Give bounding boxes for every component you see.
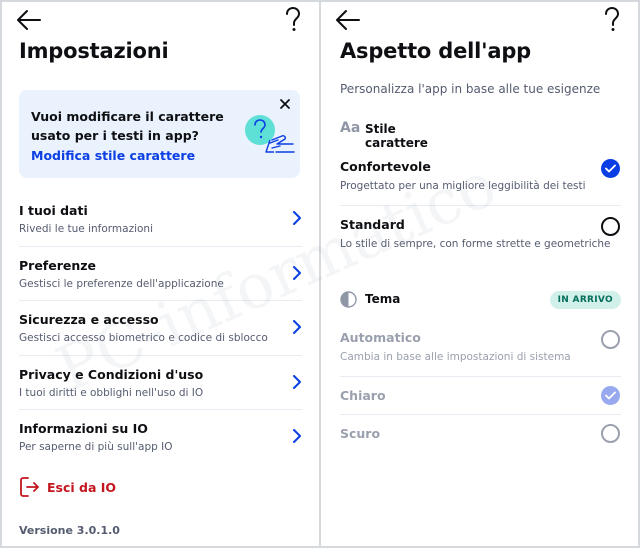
radio-selected-icon[interactable] (601, 159, 620, 178)
item-title: Sicurezza e accesso (19, 312, 159, 327)
chevron-right-icon (293, 429, 301, 443)
coming-soon-badge: IN ARRIVO (549, 291, 621, 309)
page-title: Aspetto dell'app (340, 39, 531, 63)
settings-screen: Impostazioni Vuoi modificare il caratter… (2, 2, 319, 546)
item-title: Privacy e Condizioni d'uso (19, 366, 204, 382)
section-label: Stile carattere (365, 122, 428, 150)
item-subtitle: Gestisci accesso biometrico e codice di … (19, 332, 268, 344)
chevron-right-icon (293, 265, 301, 280)
chevron-right-icon (293, 320, 301, 334)
help-icon[interactable] (602, 6, 622, 32)
item-subtitle: Rivedi le tue informazioni (19, 223, 154, 235)
page-title: Impostazioni (19, 39, 169, 63)
back-arrow-icon[interactable] (16, 9, 42, 31)
option-standard[interactable]: Standard Lo stile di sempre, con forme s… (340, 217, 621, 257)
logout-button[interactable]: Esci da IO (19, 476, 139, 500)
settings-item-preferences[interactable]: Preferenze Gestisci le preferenze dell'a… (19, 247, 302, 301)
close-icon[interactable] (279, 98, 291, 110)
divider (340, 414, 621, 415)
item-subtitle: Gestisci le preferenze dell'applicazione (19, 277, 224, 290)
option-dark[interactable]: Scuro (340, 424, 621, 450)
item-title: Preferenze (19, 257, 97, 273)
item-subtitle: I tuoi diritti e obblighi nell'uso di IO (19, 386, 204, 399)
chevron-right-icon (293, 211, 301, 225)
edit-font-style-link[interactable]: Modifica stile carattere (31, 148, 195, 163)
theme-section-header: Tema IN ARRIVO (340, 290, 621, 310)
top-bar (321, 2, 638, 38)
font-style-banner: Vuoi modificare il carattere usato per i… (19, 90, 300, 178)
settings-item-security[interactable]: Sicurezza e accesso Gestisci accesso bio… (19, 301, 302, 356)
option-subtitle: Progettato per una migliore leggibilità … (340, 180, 586, 192)
settings-item-info[interactable]: Informazioni su IO Per saperne di più su… (19, 410, 302, 465)
logout-icon (20, 477, 39, 497)
option-title: Chiaro (340, 388, 386, 403)
option-comfortable[interactable]: Confortevole Progettato per una migliore… (340, 159, 621, 199)
option-subtitle: Cambia in base alle impostazioni di sist… (340, 351, 571, 363)
radio-unselected-icon[interactable] (601, 217, 620, 236)
item-title: Informazioni su IO (19, 421, 148, 436)
help-icon[interactable] (283, 6, 303, 32)
divider (340, 376, 621, 377)
option-title: Automatico (340, 330, 421, 345)
option-title: Standard (340, 217, 405, 232)
radio-unselected-icon[interactable] (601, 424, 620, 443)
item-title: I tuoi dati (19, 203, 88, 218)
banner-text: Vuoi modificare il carattere usato per i… (31, 109, 224, 143)
top-bar (2, 2, 319, 38)
chevron-right-icon (293, 374, 301, 389)
logout-label: Esci da IO (47, 480, 117, 495)
settings-item-privacy[interactable]: Privacy e Condizioni d'uso I tuoi diritt… (19, 356, 302, 410)
question-hand-icon (245, 115, 295, 153)
option-light[interactable]: Chiaro (340, 386, 621, 412)
app-appearance-screen: Aspetto dell'app Personalizza l'app in b… (321, 2, 638, 546)
page-subtitle: Personalizza l'app in base alle tue esig… (340, 82, 601, 96)
option-subtitle: Lo stile di sempre, con forme strette e … (340, 238, 611, 250)
settings-item-your-data[interactable]: I tuoi dati Rivedi le tue informazioni (19, 192, 302, 247)
radio-selected-icon[interactable] (601, 386, 620, 405)
section-label: Tema (365, 292, 401, 306)
option-title: Confortevole (340, 159, 431, 174)
settings-list: I tuoi dati Rivedi le tue informazioni P… (19, 192, 302, 465)
radio-unselected-icon[interactable] (601, 330, 620, 349)
divider (340, 205, 621, 206)
theme-contrast-icon (340, 291, 357, 308)
item-subtitle: Per saperne di più sull'app IO (19, 441, 173, 453)
option-automatic[interactable]: Automatico Cambia in base alle impostazi… (340, 330, 621, 370)
font-size-icon: Aa (340, 120, 361, 136)
app-version: Versione 3.0.1.0 (19, 524, 120, 537)
option-title: Scuro (340, 426, 381, 441)
back-arrow-icon[interactable] (335, 9, 361, 31)
